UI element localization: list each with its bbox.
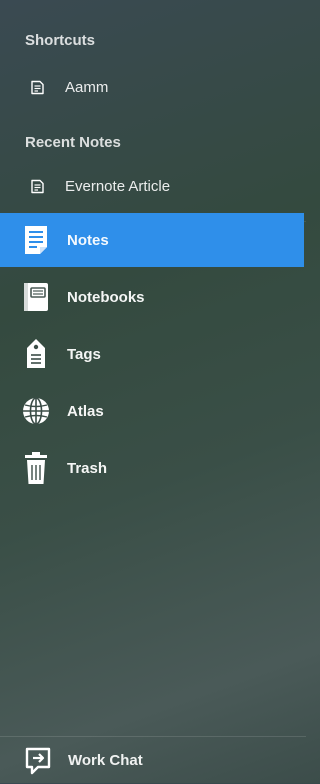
- nav-item-notes[interactable]: Notes: [0, 213, 304, 267]
- recent-note-item-evernote-article[interactable]: Evernote Article: [30, 173, 170, 199]
- work-chat-button[interactable]: Work Chat: [0, 736, 306, 784]
- tag-icon: [21, 337, 51, 371]
- note-icon: [31, 80, 44, 94]
- globe-icon: [21, 394, 51, 428]
- notes-icon: [21, 223, 51, 257]
- recent-note-item-label: Evernote Article: [65, 177, 171, 195]
- notebook-icon: [21, 280, 51, 314]
- nav-item-label: Tags: [67, 345, 101, 363]
- nav-item-tags[interactable]: Tags: [0, 327, 306, 381]
- nav-item-label: Notebooks: [67, 288, 145, 306]
- note-icon: [31, 179, 44, 193]
- nav-item-notebooks[interactable]: Notebooks: [0, 270, 306, 324]
- shortcut-item-aamm[interactable]: Aamm: [30, 74, 108, 100]
- nav-item-label: Trash: [67, 459, 108, 477]
- shortcut-item-label: Aamm: [65, 78, 109, 96]
- recent-notes-header: Recent Notes: [25, 134, 121, 151]
- nav-item-trash[interactable]: Trash: [0, 441, 306, 495]
- nav-item-atlas[interactable]: Atlas: [0, 384, 306, 438]
- sidebar: Shortcuts Aamm Recent Notes Evernote Art…: [0, 0, 306, 783]
- work-chat-label: Work Chat: [68, 752, 143, 769]
- trash-icon: [21, 451, 51, 485]
- nav-item-label: Notes: [67, 231, 109, 249]
- nav-item-label: Atlas: [67, 402, 104, 420]
- work-chat-icon: [25, 747, 51, 774]
- shortcuts-header: Shortcuts: [25, 32, 96, 49]
